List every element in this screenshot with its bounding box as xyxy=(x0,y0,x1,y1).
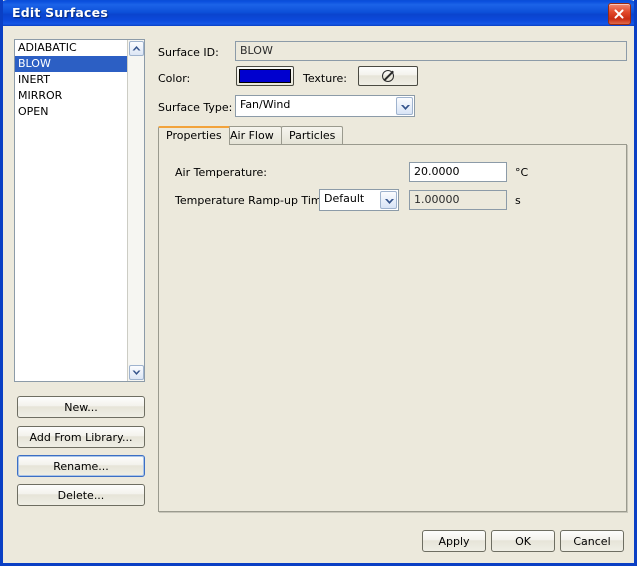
list-item[interactable]: BLOW xyxy=(15,56,127,72)
chevron-down-icon[interactable] xyxy=(396,97,413,115)
list-item[interactable]: ADIABATIC xyxy=(15,40,127,56)
list-item[interactable]: INERT xyxy=(15,72,127,88)
chevron-down-icon[interactable] xyxy=(129,365,144,380)
list-item[interactable]: MIRROR xyxy=(15,88,127,104)
surface-id-field[interactable]: BLOW xyxy=(235,41,627,61)
rename-button[interactable]: Rename... xyxy=(17,455,145,477)
no-texture-icon xyxy=(382,70,394,82)
surface-type-select[interactable]: Fan/Wind xyxy=(235,95,415,117)
add-from-library-button[interactable]: Add From Library... xyxy=(17,426,145,448)
chevron-up-icon[interactable] xyxy=(129,41,144,56)
edit-surfaces-dialog: Edit Surfaces ADIABATIC BLOW INERT MIRRO… xyxy=(0,0,637,566)
chevron-down-icon[interactable] xyxy=(380,191,397,209)
tab-air-flow[interactable]: Air Flow xyxy=(222,126,282,145)
ok-button[interactable]: OK xyxy=(491,530,555,552)
tab-particles[interactable]: Particles xyxy=(281,126,343,145)
window-title: Edit Surfaces xyxy=(12,5,108,20)
texture-button[interactable] xyxy=(358,66,418,86)
ramp-time-input[interactable]: 1.00000 xyxy=(409,190,507,210)
title-bar: Edit Surfaces xyxy=(0,0,637,26)
tab-properties[interactable]: Properties xyxy=(158,126,230,145)
air-temperature-unit: °C xyxy=(515,166,528,179)
ramp-time-unit: s xyxy=(515,194,521,207)
close-icon[interactable] xyxy=(608,3,631,25)
surface-list-scrollbar[interactable] xyxy=(127,40,144,381)
apply-button[interactable]: Apply xyxy=(422,530,486,552)
ramp-time-mode-value: Default xyxy=(324,190,378,208)
air-temperature-input[interactable]: 20.0000 xyxy=(409,162,507,182)
color-swatch-button[interactable] xyxy=(236,66,294,86)
surface-id-label: Surface ID: xyxy=(158,46,219,59)
color-label: Color: xyxy=(158,72,190,85)
color-swatch-fill xyxy=(239,69,291,83)
new-button[interactable]: New... xyxy=(17,396,145,418)
surface-type-label: Surface Type: xyxy=(158,101,232,114)
surface-list-items: ADIABATIC BLOW INERT MIRROR OPEN xyxy=(15,40,127,120)
surface-list[interactable]: ADIABATIC BLOW INERT MIRROR OPEN xyxy=(14,39,145,382)
ramp-time-mode-select[interactable]: Default xyxy=(319,189,399,211)
ramp-time-label: Temperature Ramp-up Time: xyxy=(175,194,332,207)
air-temperature-label: Air Temperature: xyxy=(175,166,267,179)
surface-type-value: Fan/Wind xyxy=(240,96,394,114)
list-item[interactable]: OPEN xyxy=(15,104,127,120)
delete-button[interactable]: Delete... xyxy=(17,484,145,506)
texture-label: Texture: xyxy=(303,72,347,85)
cancel-button[interactable]: Cancel xyxy=(560,530,624,552)
